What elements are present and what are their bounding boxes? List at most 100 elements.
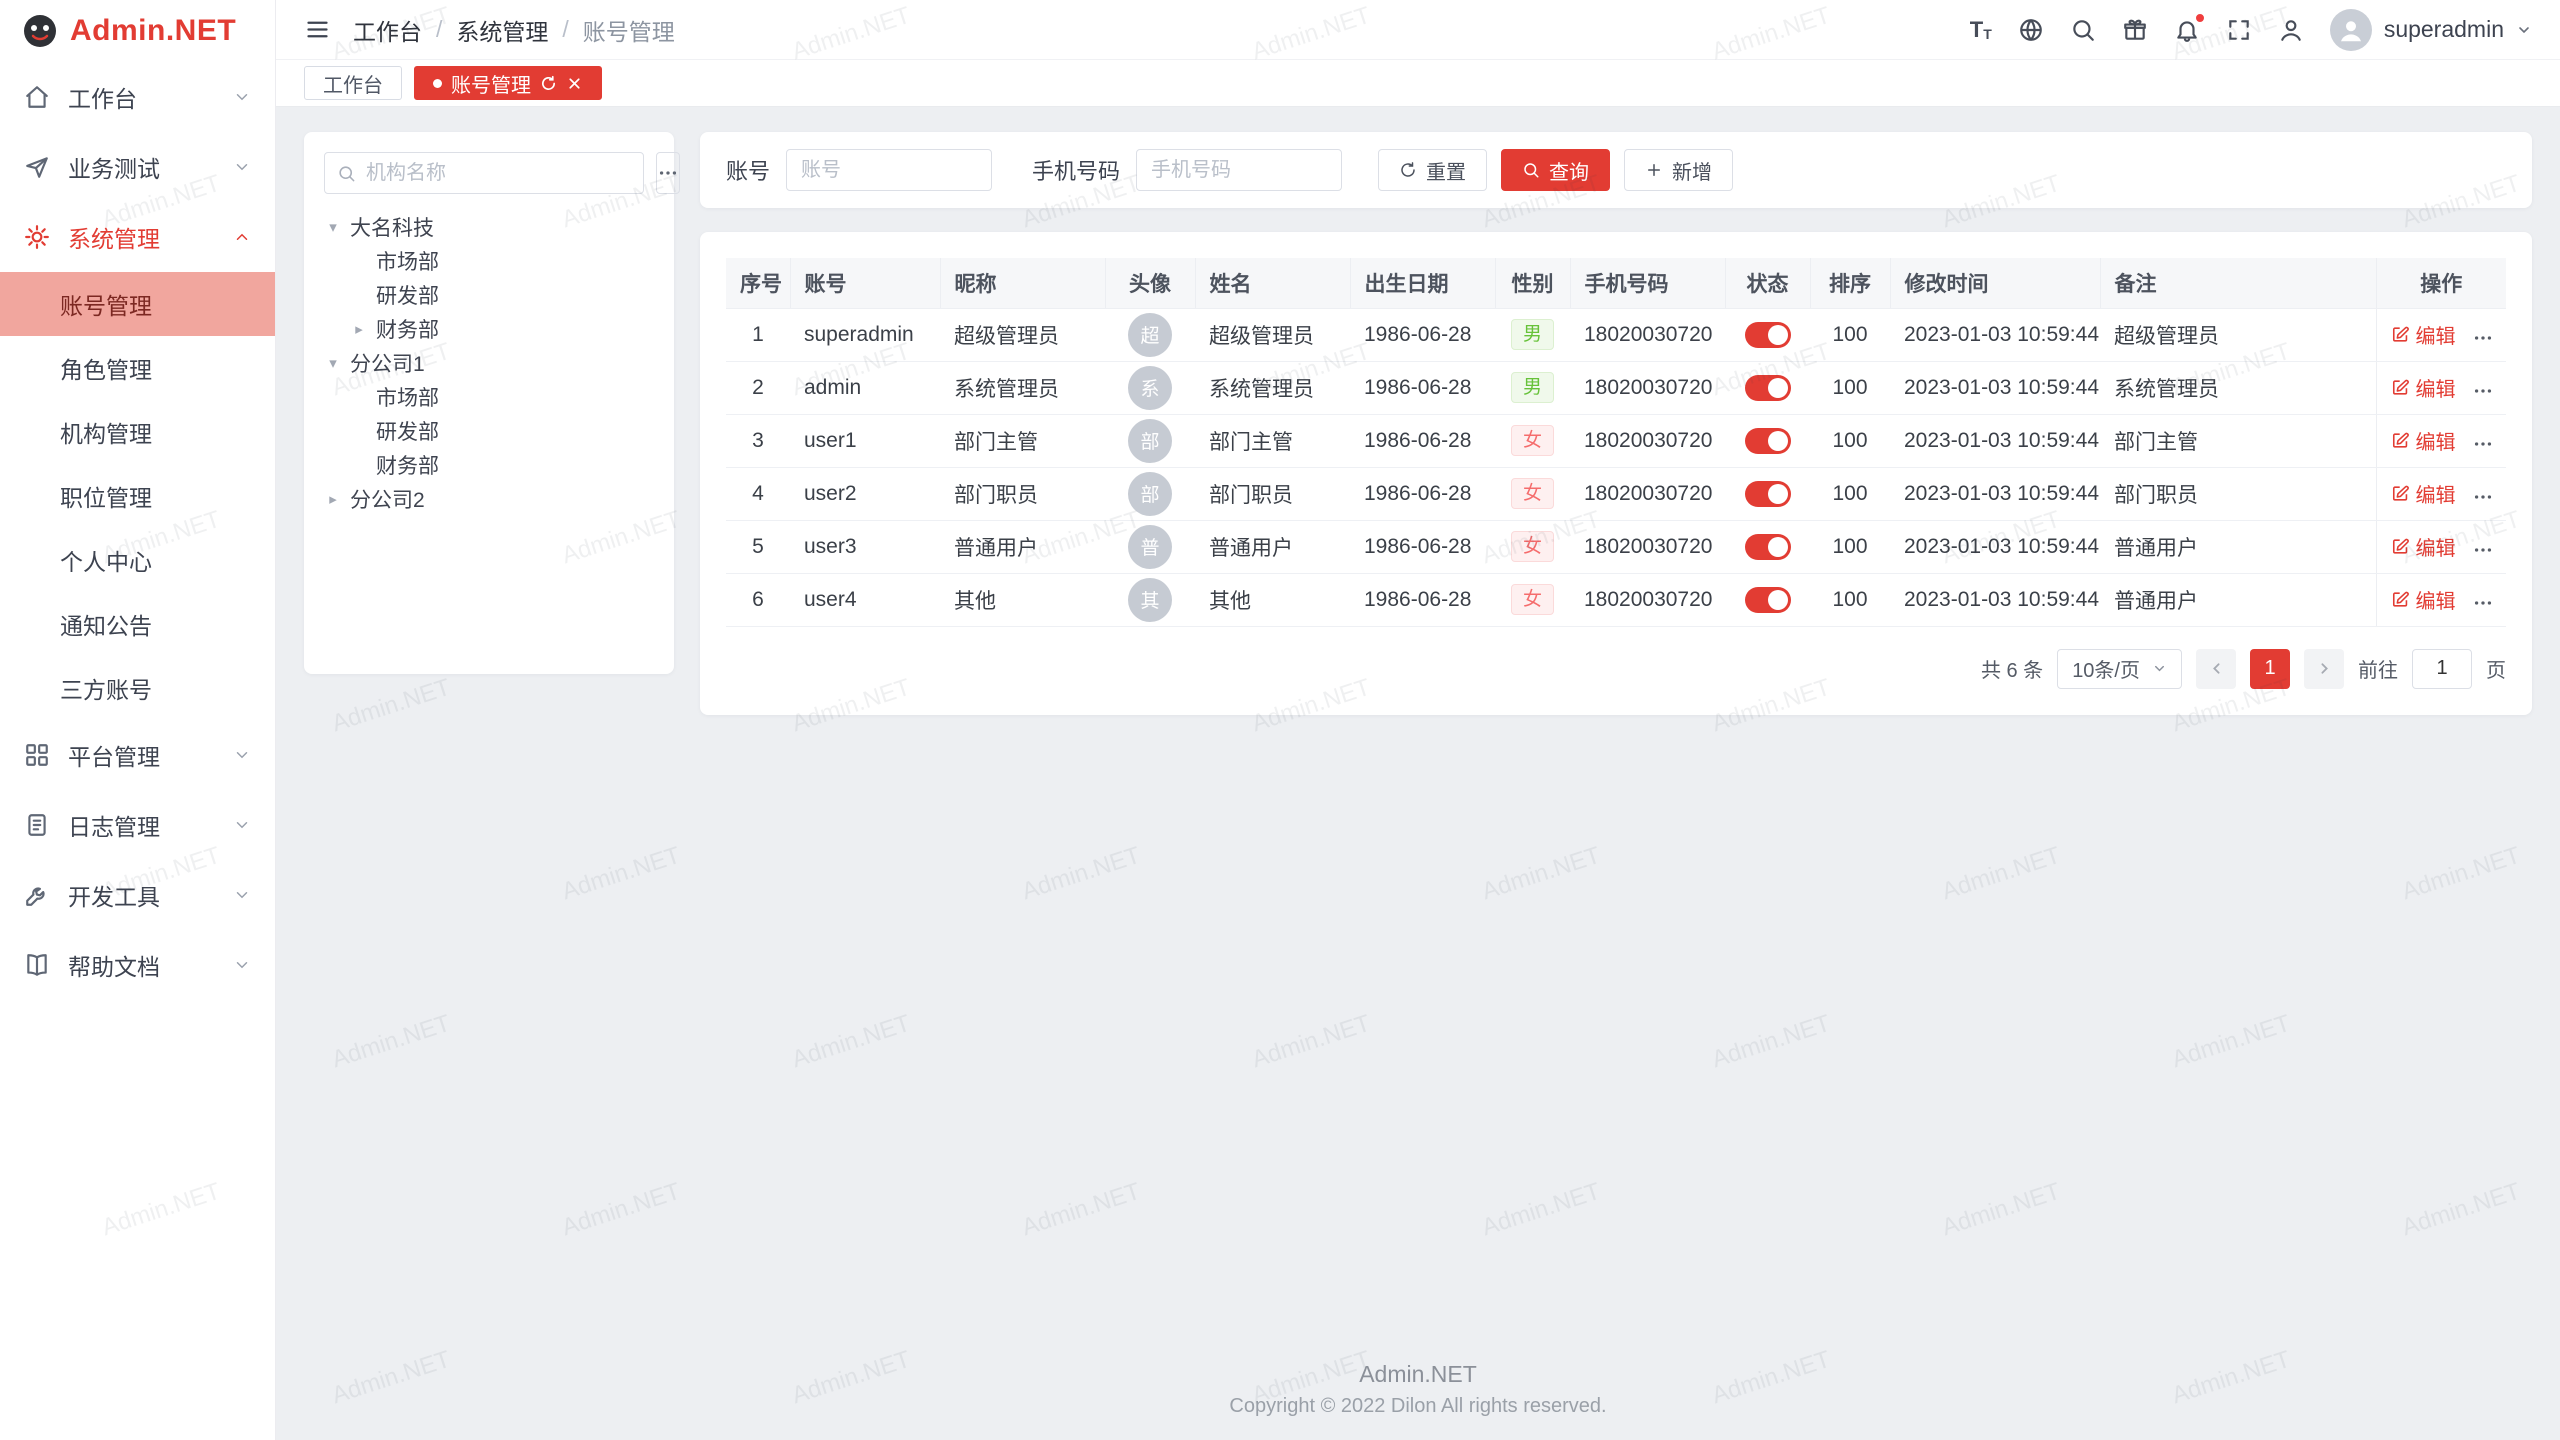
gift-icon[interactable] — [2122, 17, 2148, 43]
edit-button[interactable]: 编辑 — [2391, 585, 2456, 614]
cell-phone: 18020030720 — [1570, 467, 1725, 520]
row-avatar: 普 — [1128, 525, 1172, 569]
search-icon[interactable] — [2070, 17, 2096, 43]
more-actions-button[interactable] — [2472, 592, 2494, 614]
cell-name: 普通用户 — [1195, 520, 1350, 573]
fullscreen-icon[interactable] — [2226, 17, 2252, 43]
cell-account: user2 — [790, 467, 940, 520]
sidebar-item-help-docs[interactable]: 帮助文档 — [0, 930, 275, 1000]
sidebar-item-workbench[interactable]: 工作台 — [0, 62, 275, 132]
tree-node[interactable]: 市场部 — [324, 244, 654, 278]
reset-button[interactable]: 重置 — [1378, 149, 1487, 191]
tree-node[interactable]: 财务部 — [324, 448, 654, 482]
search-button[interactable]: 查询 — [1501, 149, 1610, 191]
phone-input[interactable] — [1136, 149, 1342, 191]
caret-right-icon[interactable]: ▸ — [324, 490, 342, 508]
sidebar-item-platform[interactable]: 平台管理 — [0, 720, 275, 790]
tree-node[interactable]: 研发部 — [324, 414, 654, 448]
status-toggle[interactable] — [1745, 534, 1791, 560]
edit-button[interactable]: 编辑 — [2391, 532, 2456, 561]
page-number-current[interactable]: 1 — [2250, 649, 2290, 689]
edit-button[interactable]: 编辑 — [2391, 479, 2456, 508]
sidebar-item-logs[interactable]: 日志管理 — [0, 790, 275, 860]
sidebar-item-position-mgmt[interactable]: 职位管理 — [0, 464, 275, 528]
cell-modified: 2023-01-03 10:59:44 — [1890, 467, 2100, 520]
edit-button[interactable]: 编辑 — [2391, 373, 2456, 402]
column-header: 手机号码 — [1570, 258, 1725, 308]
more-actions-button[interactable] — [2472, 433, 2494, 455]
cell-remark: 普通用户 — [2100, 520, 2376, 573]
sidebar-item-role-mgmt[interactable]: 角色管理 — [0, 336, 275, 400]
edit-button[interactable]: 编辑 — [2391, 426, 2456, 455]
sidebar-item-notice[interactable]: 通知公告 — [0, 592, 275, 656]
gender-badge: 女 — [1511, 584, 1554, 616]
refresh-icon — [1399, 161, 1417, 179]
text-size-icon[interactable]: TT — [1970, 19, 1992, 41]
chevron-down-icon — [233, 816, 251, 834]
next-page-button[interactable] — [2304, 649, 2344, 689]
column-header: 修改时间 — [1890, 258, 2100, 308]
org-search-box — [324, 152, 644, 194]
status-toggle[interactable] — [1745, 481, 1791, 507]
caret-down-icon[interactable]: ▾ — [324, 354, 342, 372]
tree-node[interactable]: 研发部 — [324, 278, 654, 312]
org-search-input[interactable] — [366, 162, 631, 185]
status-toggle[interactable] — [1745, 428, 1791, 454]
goto-label: 前往 — [2358, 654, 2398, 683]
status-toggle[interactable] — [1745, 587, 1791, 613]
total-count: 共 6 条 — [1981, 654, 2043, 683]
caret-down-icon[interactable]: ▾ — [324, 218, 342, 236]
more-actions-button[interactable] — [2472, 327, 2494, 349]
bell-icon[interactable] — [2174, 17, 2200, 43]
tree-node[interactable]: ▾大名科技 — [324, 210, 654, 244]
sidebar-item-system[interactable]: 系统管理 — [0, 202, 275, 272]
more-actions-button[interactable] — [2472, 486, 2494, 508]
breadcrumb-item[interactable]: 工作台 — [353, 13, 422, 47]
tab-label: 账号管理 — [451, 69, 531, 98]
user-menu[interactable]: superadmin — [2330, 9, 2532, 51]
edit-button[interactable]: 编辑 — [2391, 320, 2456, 349]
tab-account-mgmt[interactable]: 账号管理 — [414, 66, 602, 100]
page-size-select[interactable]: 10条/页 — [2057, 649, 2182, 689]
status-toggle[interactable] — [1745, 375, 1791, 401]
refresh-icon[interactable] — [540, 75, 557, 92]
cell-account: user1 — [790, 414, 940, 467]
sidebar-item-dev-tools[interactable]: 开发工具 — [0, 860, 275, 930]
table-row: 3 user1 部门主管 部 部门主管 1986-06-28 女 1802003… — [726, 414, 2506, 467]
breadcrumb-item[interactable]: 系统管理 — [456, 13, 548, 47]
tree-node[interactable]: 市场部 — [324, 380, 654, 414]
sidebar-item-business-test[interactable]: 业务测试 — [0, 132, 275, 202]
table-header-row: 序号 账号 昵称 头像 姓名 出生日期 性别 手机号码 状态 排序 — [726, 258, 2506, 308]
globe-icon[interactable] — [2018, 17, 2044, 43]
hamburger-menu-icon[interactable] — [304, 16, 331, 43]
column-header: 状态 — [1725, 258, 1810, 308]
account-input[interactable] — [786, 149, 992, 191]
cell-remark: 系统管理员 — [2100, 361, 2376, 414]
caret-right-icon[interactable]: ▸ — [350, 320, 368, 338]
more-actions-button[interactable] — [2472, 380, 2494, 402]
gender-badge: 女 — [1511, 531, 1554, 563]
tree-node[interactable]: ▸财务部 — [324, 312, 654, 346]
filter-bar: 账号 手机号码 重置 查询 — [700, 132, 2532, 208]
more-actions-button[interactable] — [2472, 539, 2494, 561]
close-icon[interactable] — [566, 75, 583, 92]
org-more-button[interactable] — [656, 152, 680, 194]
status-toggle[interactable] — [1745, 322, 1791, 348]
search-icon — [1522, 161, 1540, 179]
sidebar-item-label: 角色管理 — [60, 351, 251, 385]
sidebar-item-profile-center[interactable]: 个人中心 — [0, 528, 275, 592]
sidebar-item-account-mgmt[interactable]: 账号管理 — [0, 272, 275, 336]
prev-page-button[interactable] — [2196, 649, 2236, 689]
pagination: 共 6 条 10条/页 1 前往 页 — [726, 649, 2506, 689]
tree-node[interactable]: ▾分公司1 — [324, 346, 654, 380]
tree-node[interactable]: ▸分公司2 — [324, 482, 654, 516]
cell-remark: 普通用户 — [2100, 573, 2376, 626]
goto-page-input[interactable] — [2412, 649, 2472, 689]
add-button[interactable]: 新增 — [1624, 149, 1733, 191]
sidebar-item-org-mgmt[interactable]: 机构管理 — [0, 400, 275, 464]
tab-workbench[interactable]: 工作台 — [304, 66, 402, 100]
sidebar-item-third-party[interactable]: 三方账号 — [0, 656, 275, 720]
logo[interactable]: Admin.NET — [0, 0, 275, 62]
edit-icon — [2391, 590, 2410, 609]
user-icon[interactable] — [2278, 17, 2304, 43]
